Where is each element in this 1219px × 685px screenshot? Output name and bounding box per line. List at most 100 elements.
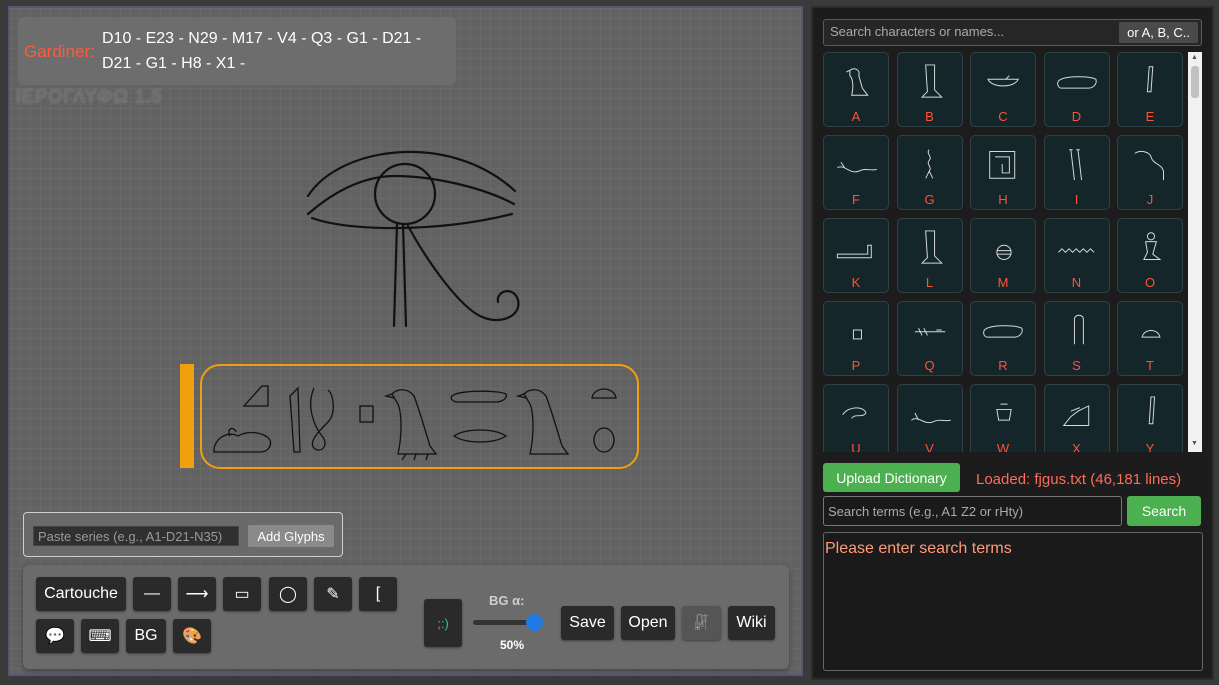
category-cell-q[interactable]: Q (896, 301, 963, 376)
category-cell-x[interactable]: X (1043, 384, 1110, 452)
category-cell-h[interactable]: H (970, 135, 1036, 210)
category-cell-r[interactable]: R (970, 301, 1036, 376)
emoji-button[interactable]: ;:) (424, 599, 462, 647)
category-glyph-icon (1134, 150, 1164, 181)
scroll-thumb[interactable] (1191, 66, 1199, 98)
bg-alpha-label: BG α: (489, 593, 525, 608)
category-letter: P (851, 358, 861, 373)
search-results: Please enter search terms (823, 532, 1203, 671)
category-cell-t[interactable]: T (1117, 301, 1183, 376)
category-cell-y[interactable]: Y (1117, 384, 1183, 452)
category-letter: S (1072, 358, 1081, 373)
category-glyph-icon (1073, 314, 1084, 345)
category-cell-s[interactable]: S (1043, 301, 1110, 376)
category-cell-w[interactable]: W (970, 384, 1036, 452)
category-cell-g[interactable]: G (896, 135, 963, 210)
scroll-up-icon[interactable]: ▲ (1191, 54, 1198, 61)
cartouche-end-bar[interactable] (180, 364, 194, 468)
category-letter: C (998, 109, 1008, 124)
drawing-canvas[interactable]: Gardiner: D10 - E23 - N29 - M17 - V4 - Q… (8, 6, 803, 676)
add-glyphs-button[interactable]: Add Glyphs (248, 525, 334, 547)
grid-scrollbar[interactable]: ▲ ▼ (1188, 52, 1202, 452)
category-letter: L (925, 275, 934, 290)
category-cell-l[interactable]: L (896, 218, 963, 293)
category-cell-m[interactable]: M (970, 218, 1036, 293)
category-cell-i[interactable]: I (1043, 135, 1110, 210)
category-grid: A B C D E F G H I J K L M N O P Q R S T U V W X Y (823, 52, 1200, 452)
eye-of-horus-image[interactable] (300, 136, 530, 336)
category-letter: G (924, 192, 935, 207)
category-glyph-icon (920, 230, 943, 264)
category-cell-n[interactable]: N (1043, 218, 1110, 293)
paste-series-box: Add Glyphs (23, 512, 343, 557)
category-letter: T (1146, 358, 1154, 373)
category-glyph-icon (1148, 396, 1156, 425)
bg-button[interactable]: BG (126, 619, 166, 653)
character-search[interactable]: Search characters or names... or A, B, C… (823, 19, 1202, 46)
category-cell-p[interactable]: P (823, 301, 889, 376)
cartouche-button[interactable]: Cartouche (36, 577, 126, 611)
category-cell-f[interactable]: F (823, 135, 889, 210)
open-button[interactable]: Open (621, 606, 675, 640)
category-letter: B (925, 109, 934, 124)
wiki-button[interactable]: Wiki (728, 606, 775, 640)
category-glyph-icon (920, 64, 943, 98)
category-letter: K (851, 275, 861, 290)
bracket-tool-button[interactable]: [ (359, 577, 397, 611)
character-search-input[interactable]: Search characters or names... (830, 24, 1004, 39)
category-cell-d[interactable]: D (1043, 52, 1110, 127)
category-glyph-icon (996, 403, 1012, 421)
circle-tool-button[interactable]: ◯ (269, 577, 307, 611)
search-terms-input[interactable] (823, 496, 1122, 526)
category-glyph-icon (846, 68, 869, 96)
upload-dictionary-button[interactable]: Upload Dictionary (823, 463, 960, 492)
category-cell-k[interactable]: K (823, 218, 889, 293)
cartouche[interactable] (200, 364, 639, 469)
category-cell-c[interactable]: C (970, 52, 1036, 127)
pencil-tool-button[interactable]: ✎ (314, 577, 352, 611)
category-glyph-icon (852, 329, 862, 340)
line-tool-button[interactable]: — (133, 577, 171, 611)
category-cell-u[interactable]: U (823, 384, 889, 452)
category-cell-e[interactable]: E (1117, 52, 1183, 127)
category-glyph-icon (842, 407, 867, 419)
search-button[interactable]: Search (1127, 496, 1201, 526)
cartouche-glyphs (213, 385, 617, 461)
bg-alpha-value: 50% (500, 638, 525, 652)
category-glyph-icon (996, 244, 1012, 260)
category-cell-v[interactable]: V (896, 384, 963, 452)
category-cell-o[interactable]: O (1117, 218, 1183, 293)
category-glyph-icon (1056, 76, 1097, 89)
category-glyph-icon (989, 151, 1016, 179)
category-cell-j[interactable]: J (1117, 135, 1183, 210)
category-letter: O (1144, 275, 1156, 290)
category-toggle-button[interactable]: or A, B, C.. (1119, 22, 1198, 43)
gardiner-label: Gardiner: (24, 42, 95, 61)
scroll-down-icon[interactable]: ▼ (1191, 440, 1198, 447)
category-letter: U (851, 441, 861, 452)
category-letter: I (1074, 192, 1079, 207)
category-letter: H (998, 192, 1008, 207)
category-glyph-icon (987, 75, 1020, 87)
category-glyph-icon (1146, 66, 1154, 93)
category-letter: W (996, 441, 1010, 452)
rectangle-tool-button[interactable]: ▭ (223, 577, 261, 611)
palette-icon[interactable]: 🎨 (173, 619, 211, 653)
paste-series-input[interactable] (33, 526, 239, 546)
keyboard-icon[interactable]: ⌨ (81, 619, 119, 653)
category-letter: R (998, 358, 1008, 373)
category-letter: V (925, 441, 934, 452)
comment-icon[interactable]: 💬 (36, 619, 74, 653)
category-letter: Y (1145, 441, 1155, 452)
arrow-tool-button[interactable]: ⟶ (178, 577, 216, 611)
category-letter: D (1071, 109, 1082, 124)
glyph-icon[interactable]: 𓏞 (682, 606, 721, 640)
glyph-panel: Search characters or names... or A, B, C… (811, 6, 1214, 680)
save-button[interactable]: Save (561, 606, 614, 640)
gardiner-box: Gardiner: D10 - E23 - N29 - M17 - V4 - Q… (18, 17, 456, 85)
category-cell-a[interactable]: A (823, 52, 889, 127)
bg-alpha-slider-knob[interactable] (526, 614, 543, 631)
category-glyph-icon (983, 325, 1023, 338)
category-cell-b[interactable]: B (896, 52, 963, 127)
category-glyph-icon (914, 327, 945, 336)
